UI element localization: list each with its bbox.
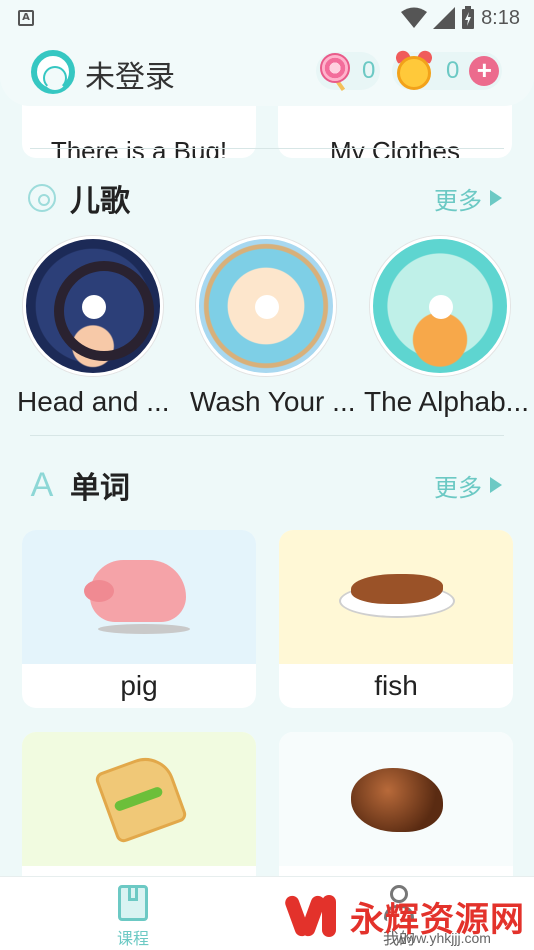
letter-a-icon: A: [30, 465, 54, 504]
more-label: 更多: [434, 473, 482, 502]
words-section-title: 单词: [70, 471, 130, 506]
nav-tab-courses[interactable]: 课程: [88, 883, 178, 949]
song-name: Wash Your ...: [190, 386, 356, 417]
clock-counter[interactable]: 0 +: [392, 48, 502, 91]
disc-icon: [28, 184, 56, 212]
watermark: 永辉资源网 www.yhkjjj.com: [283, 890, 525, 946]
home-scroll-area[interactable]: There is a Bug! My Clothes 儿歌 更多 Head an…: [0, 36, 534, 876]
song-cover-disc: [196, 236, 336, 376]
wifi-icon: [401, 7, 428, 28]
words-more-button[interactable]: 更多: [434, 468, 502, 503]
nav-label-courses: 课程: [116, 929, 149, 948]
add-button[interactable]: +: [469, 56, 500, 86]
watermark-logo-icon: [283, 891, 340, 941]
clock-count: 0: [446, 57, 460, 84]
system-indicators: 8:18: [401, 6, 520, 30]
song-item[interactable]: The Alphab...: [364, 236, 530, 418]
bean-image: [279, 732, 513, 866]
avatar[interactable]: [31, 50, 75, 94]
status-bar: A 8:18: [0, 0, 534, 36]
sandwich-image: [22, 732, 256, 866]
fish-image: [279, 530, 513, 664]
lollipop-icon: [318, 53, 354, 92]
play-arrow-icon: [490, 477, 502, 493]
candy-counter[interactable]: 0: [316, 52, 380, 92]
divider: [30, 435, 504, 436]
songs-section-header: 儿歌 更多: [28, 178, 506, 219]
song-cover-disc: [23, 236, 163, 376]
divider: [30, 148, 504, 149]
song-item[interactable]: Head and ...: [17, 236, 170, 418]
word-label: [22, 866, 256, 876]
word-label: fish: [374, 670, 418, 701]
alarm-clock-icon: [393, 48, 435, 91]
song-item[interactable]: Wash Your ...: [190, 236, 356, 418]
clock-time: 8:18: [481, 6, 520, 29]
words-section-header: A 单词 更多: [28, 465, 506, 506]
word-card-pig[interactable]: pig: [22, 530, 256, 708]
word-card-sandwich[interactable]: [22, 732, 256, 876]
song-cover-disc: [370, 236, 510, 376]
notification-app-icon: A: [18, 10, 34, 26]
song-name: Head and ...: [17, 386, 170, 417]
songs-section-title: 儿歌: [70, 184, 130, 219]
word-label: [279, 866, 513, 876]
more-label: 更多: [434, 186, 482, 215]
book-icon: [116, 883, 150, 923]
play-arrow-icon: [490, 190, 502, 206]
battery-icon: [462, 6, 475, 29]
song-name: The Alphab...: [364, 386, 530, 417]
login-status[interactable]: 未登录: [85, 52, 175, 96]
word-card-fish[interactable]: fish: [279, 530, 513, 708]
word-label: pig: [120, 670, 158, 701]
songs-more-button[interactable]: 更多: [434, 181, 502, 216]
watermark-url: www.yhkjjj.com: [396, 930, 491, 946]
candy-count: 0: [362, 57, 376, 84]
user-header: 未登录 0 0 +: [0, 36, 534, 106]
pig-image: [22, 530, 256, 664]
word-card-bean[interactable]: [279, 732, 513, 876]
signal-icon: [433, 7, 456, 29]
